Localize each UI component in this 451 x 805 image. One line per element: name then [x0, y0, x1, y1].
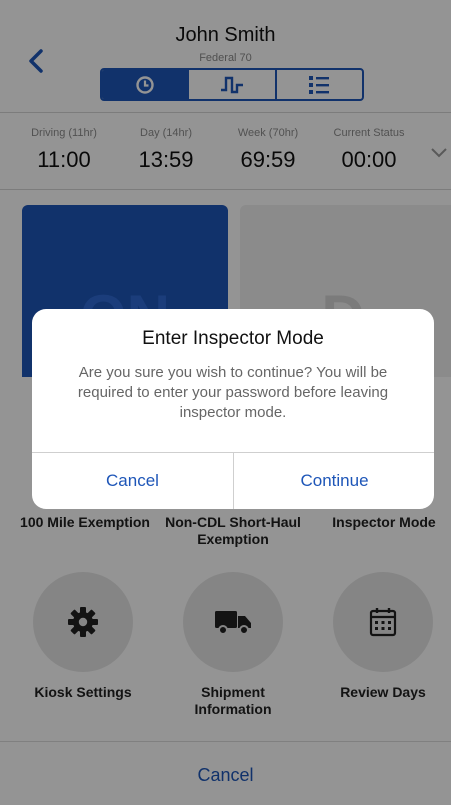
dialog-continue-button[interactable]: Continue [234, 453, 434, 509]
dialog-message: Are you sure you wish to continue? You w… [77, 364, 389, 421]
dialog-title: Enter Inspector Mode [142, 328, 324, 349]
inspector-mode-dialog: Enter Inspector Mode Are you sure you wi… [32, 309, 434, 509]
dialog-cancel-button[interactable]: Cancel [32, 453, 233, 509]
